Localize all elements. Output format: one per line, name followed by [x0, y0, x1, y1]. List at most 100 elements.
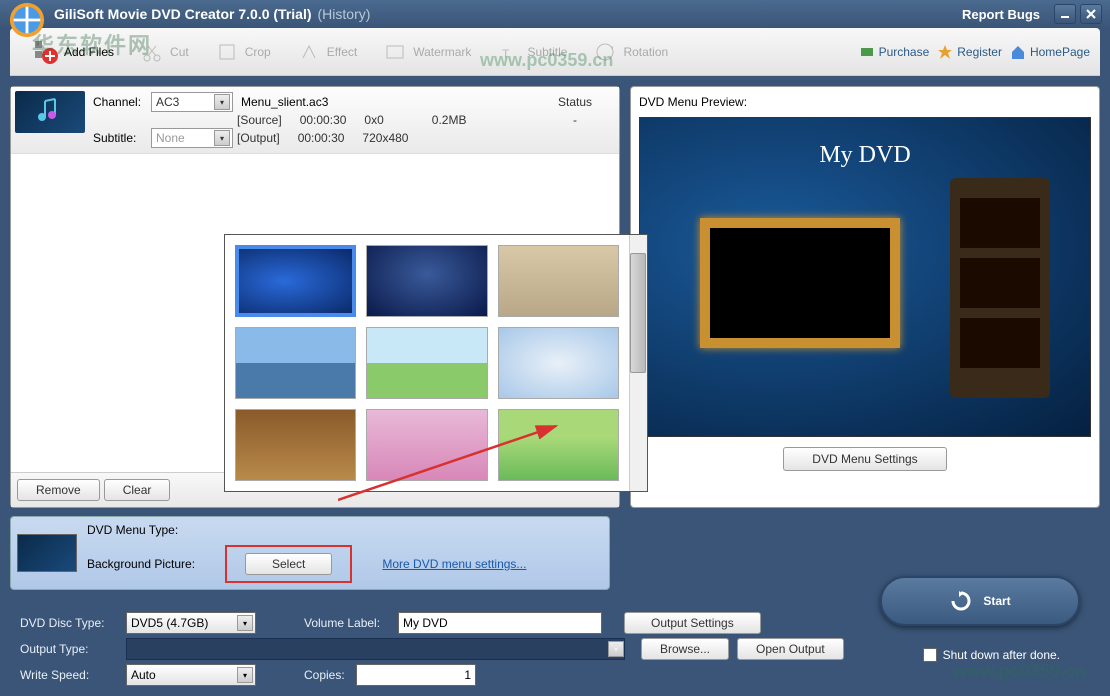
disc-type-label: DVD Disc Type: [20, 616, 118, 630]
shutdown-checkbox[interactable] [923, 648, 937, 662]
start-button[interactable]: Start [880, 576, 1080, 626]
chevron-down-icon: ▾ [237, 667, 253, 683]
shutdown-row: Shut down after done. [923, 648, 1060, 662]
music-note-icon [35, 97, 65, 127]
add-files-label: Add Files [64, 45, 114, 59]
history-link[interactable]: (History) [318, 6, 371, 22]
subtitle-label: Subtitle [527, 45, 567, 59]
subtitle-icon: T [495, 38, 523, 66]
output-duration: 00:00:30 [298, 131, 345, 145]
minimize-button[interactable] [1054, 4, 1076, 24]
source-size: 0.2MB [432, 113, 467, 127]
browse-button[interactable]: Browse... [641, 638, 729, 660]
app-title: GiliSoft Movie DVD Creator 7.0.0 (Trial) [54, 6, 312, 22]
app-logo-icon [8, 1, 46, 39]
crop-label: Crop [245, 45, 271, 59]
write-speed-select[interactable]: Auto▾ [126, 664, 256, 686]
bg-thumb-9[interactable] [498, 409, 619, 481]
bg-thumb-7[interactable] [235, 409, 356, 481]
select-button-highlight: Select [225, 545, 352, 583]
watermark-label: Watermark [413, 45, 471, 59]
file-thumbnail [15, 91, 85, 133]
channel-label: Channel: [93, 95, 147, 109]
cut-icon [138, 38, 166, 66]
preview-title: DVD Menu Preview: [639, 95, 1091, 109]
titlebar: GiliSoft Movie DVD Creator 7.0.0 (Trial)… [0, 0, 1110, 28]
cart-icon [859, 44, 875, 60]
source-duration: 00:00:30 [300, 113, 347, 127]
star-icon [937, 44, 953, 60]
output-type-label: Output Type: [20, 642, 118, 656]
chevron-down-icon: ▾ [608, 641, 624, 657]
watermark-icon [381, 38, 409, 66]
homepage-link[interactable]: HomePage [1010, 44, 1090, 60]
rotation-button[interactable]: Rotation [579, 34, 680, 70]
film-strip-decoration [930, 178, 1070, 398]
bg-thumb-8[interactable] [366, 409, 487, 481]
bg-thumb-4[interactable] [235, 327, 356, 399]
source-res: 0x0 [364, 113, 383, 127]
crop-icon [213, 38, 241, 66]
copies-label: Copies: [304, 668, 348, 682]
status-value: - [535, 113, 615, 127]
background-picker-popup [224, 234, 648, 492]
subtitle-label: Subtitle: [93, 131, 147, 145]
menu-config-bar: DVD Menu Type: Background Picture: Selec… [10, 516, 610, 590]
cut-label: Cut [170, 45, 189, 59]
add-files-icon [32, 38, 60, 66]
volume-label-label: Volume Label: [304, 616, 390, 630]
dvd-menu-preview: My DVD [639, 117, 1091, 437]
close-button[interactable] [1080, 4, 1102, 24]
bg-picture-label: Background Picture: [87, 557, 217, 571]
register-link[interactable]: Register [937, 44, 1002, 60]
volume-label-input[interactable] [398, 612, 602, 634]
bg-thumb-2[interactable] [366, 245, 487, 317]
open-output-button[interactable]: Open Output [737, 638, 844, 660]
purchase-link[interactable]: Purchase [859, 44, 930, 60]
menu-frame [700, 218, 900, 348]
channel-select[interactable]: AC3 ▾ [151, 92, 233, 112]
select-bg-button[interactable]: Select [245, 553, 332, 575]
menu-type-label: DVD Menu Type: [87, 523, 217, 537]
copies-input[interactable] [356, 664, 476, 686]
remove-button[interactable]: Remove [17, 479, 100, 501]
output-label: [Output] [237, 131, 280, 145]
bg-thumb-6[interactable] [498, 327, 619, 399]
crop-button[interactable]: Crop [201, 34, 283, 70]
status-header: Status [535, 95, 615, 109]
bg-thumb-5[interactable] [366, 327, 487, 399]
preview-panel: DVD Menu Preview: My DVD DVD Menu Settin… [630, 86, 1100, 508]
clear-button[interactable]: Clear [104, 479, 171, 501]
disc-type-select[interactable]: DVD5 (4.7GB)▾ [126, 612, 256, 634]
chevron-down-icon: ▾ [214, 130, 230, 146]
watermark-button[interactable]: Watermark [369, 34, 483, 70]
report-bugs-link[interactable]: Report Bugs [962, 7, 1040, 22]
rotation-icon [591, 38, 619, 66]
bg-thumb-1[interactable] [235, 245, 356, 317]
menu-type-thumb [17, 534, 77, 572]
svg-text:T: T [502, 47, 510, 61]
subtitle-select[interactable]: None ▾ [151, 128, 233, 148]
subtitle-button[interactable]: T Subtitle [483, 34, 579, 70]
output-type-select[interactable]: ▾ [126, 638, 625, 660]
shutdown-label: Shut down after done. [943, 648, 1060, 662]
dvd-menu-title: My DVD [640, 142, 1090, 169]
effect-label: Effect [327, 45, 357, 59]
chevron-down-icon: ▾ [214, 94, 230, 110]
output-res: 720x480 [362, 131, 408, 145]
rotation-label: Rotation [623, 45, 668, 59]
effect-button[interactable]: Effect [283, 34, 369, 70]
refresh-icon [949, 589, 973, 613]
effect-icon [295, 38, 323, 66]
write-speed-label: Write Speed: [20, 668, 118, 682]
cut-button[interactable]: Cut [126, 34, 201, 70]
dvd-menu-settings-button[interactable]: DVD Menu Settings [783, 447, 946, 471]
more-settings-link[interactable]: More DVD menu settings... [382, 557, 526, 571]
output-settings-button[interactable]: Output Settings [624, 612, 761, 634]
picker-scrollbar[interactable] [629, 235, 647, 491]
bg-thumb-3[interactable] [498, 245, 619, 317]
home-icon [1010, 44, 1026, 60]
source-label: [Source] [237, 113, 282, 127]
file-row[interactable]: Channel: AC3 ▾ Menu_slient.ac3 Status [11, 87, 619, 154]
scroll-thumb[interactable] [630, 253, 646, 373]
